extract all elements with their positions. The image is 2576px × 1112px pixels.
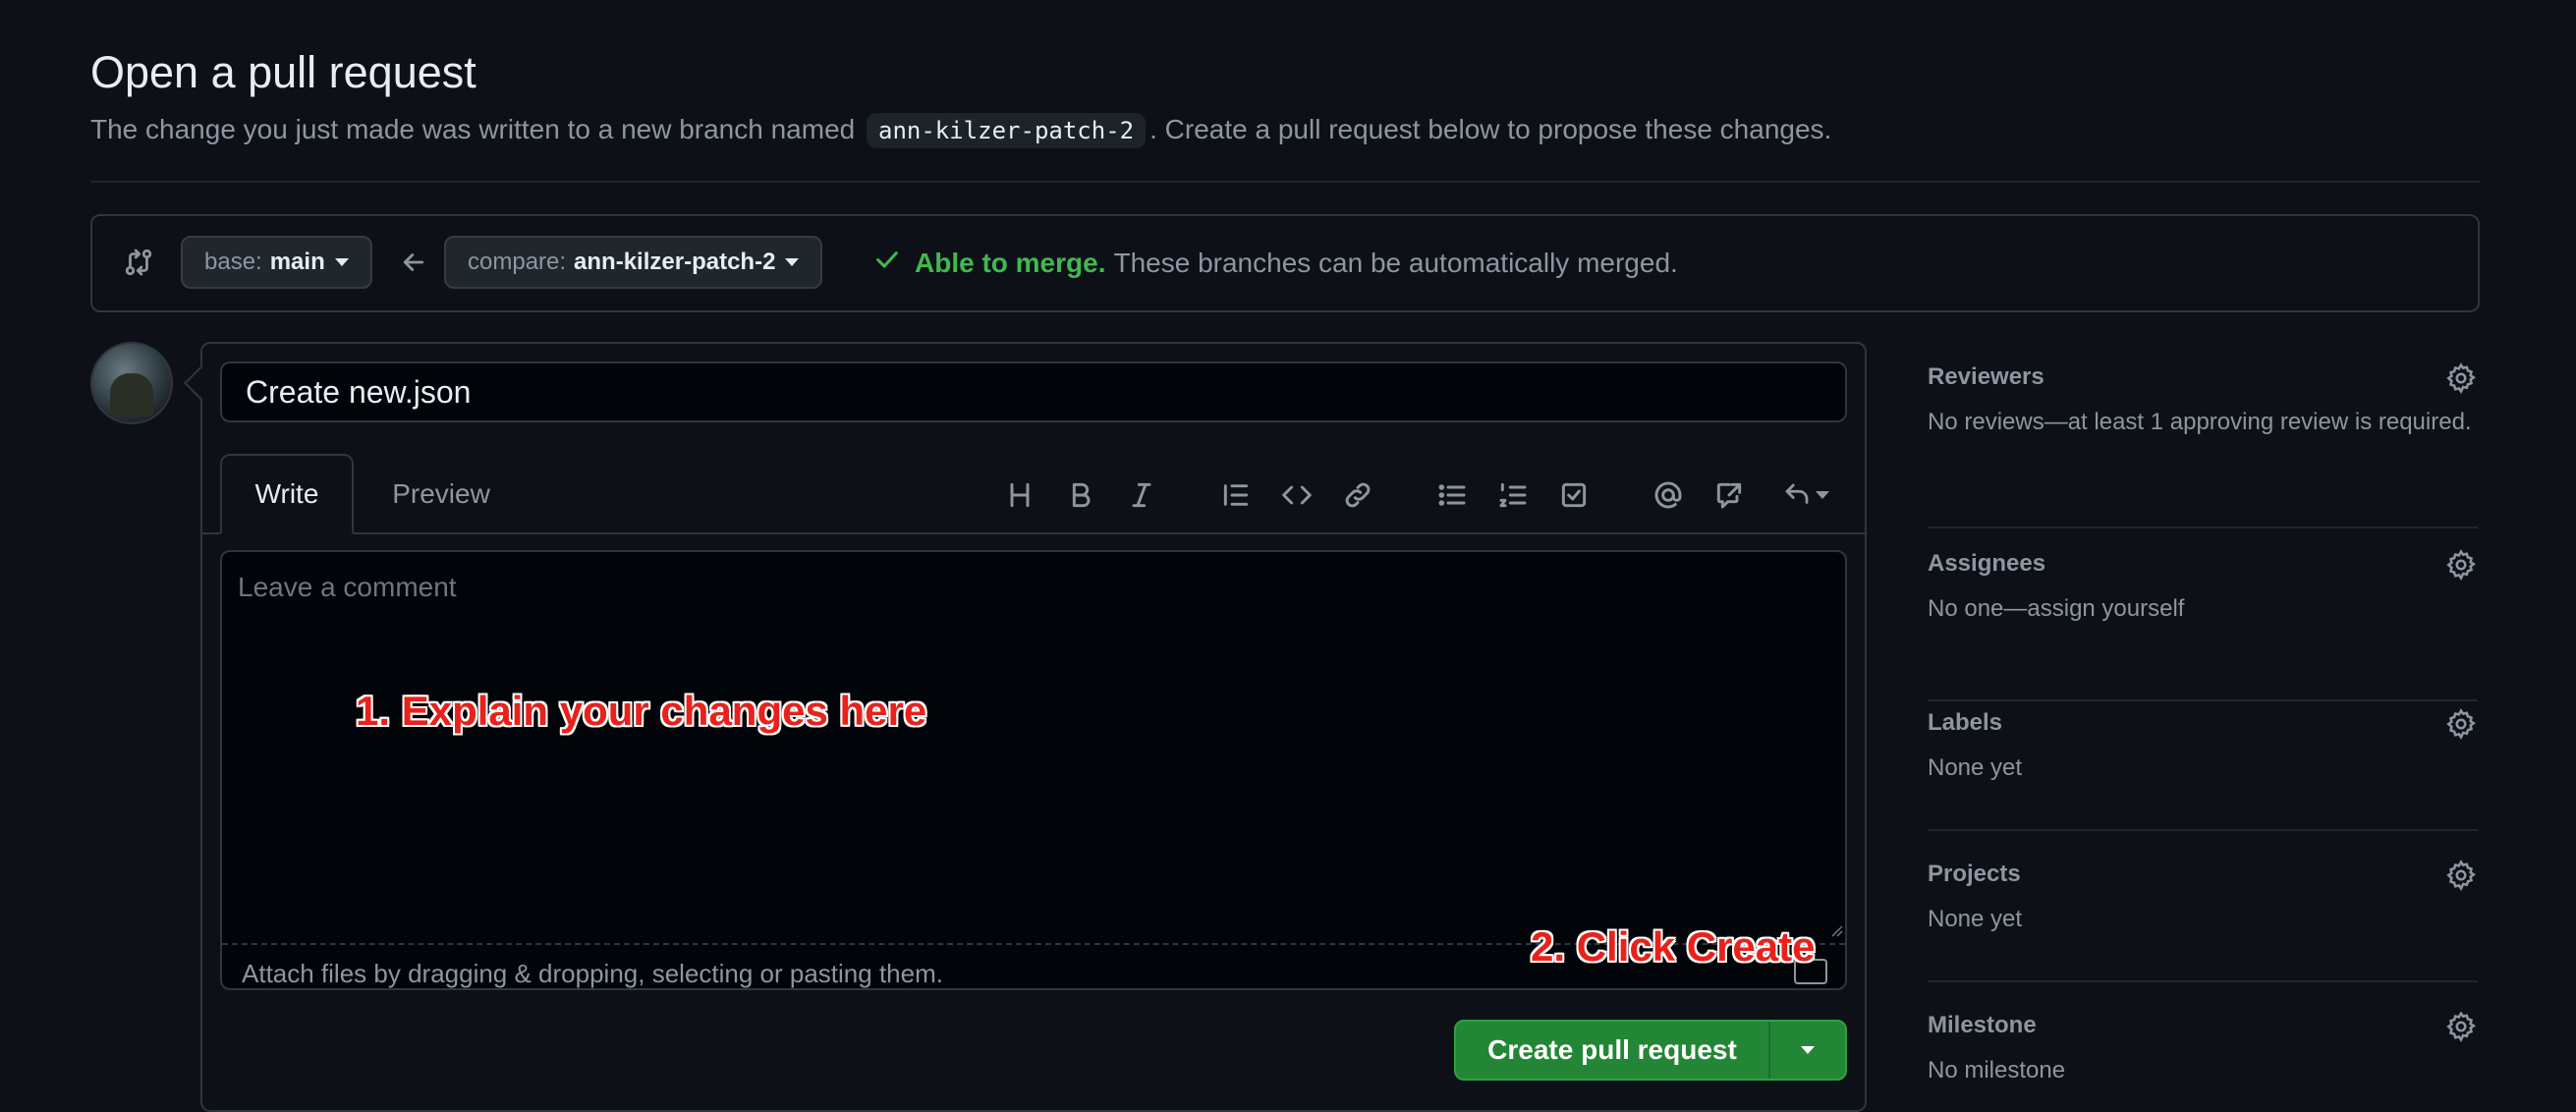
tab-preview[interactable]: Preview [377, 454, 505, 534]
pr-title-input[interactable] [220, 361, 1847, 422]
milestone-body: No milestone [1928, 1057, 2066, 1084]
numbered-list-icon[interactable] [1493, 475, 1533, 515]
reviewers-heading[interactable]: Reviewers [1928, 363, 2478, 391]
caret-down-icon [1816, 491, 1829, 499]
labels-heading[interactable]: Labels [1928, 709, 2478, 737]
sidebar-assignees: Assignees No one—assign yourself [1928, 548, 2478, 701]
assign-yourself-link[interactable]: No one—assign yourself [1928, 595, 2184, 622]
task-list-icon[interactable] [1554, 475, 1594, 515]
code-icon[interactable] [1277, 475, 1316, 515]
bold-icon[interactable] [1061, 475, 1100, 515]
avatar[interactable] [90, 342, 173, 424]
gear-icon[interactable] [2444, 707, 2478, 741]
base-label: base: [204, 249, 262, 275]
italic-icon[interactable] [1122, 475, 1161, 515]
compare-value: ann-kilzer-patch-2 [574, 249, 776, 275]
create-pull-request-button-group: Create pull request [1454, 1020, 1847, 1081]
page-title: Open a pull request [90, 47, 476, 97]
annotation-step-2: 2. Click Create [1531, 923, 1816, 970]
arrow-left-icon [399, 248, 428, 282]
base-branch-button[interactable]: base: main [181, 236, 372, 289]
projects-heading[interactable]: Projects [1928, 861, 2478, 888]
labels-body: None yet [1928, 754, 2023, 781]
compare-bar: base: main compare: ann-kilzer-patch-2 A… [90, 214, 2480, 312]
resize-handle-icon[interactable] [1829, 923, 1843, 937]
assignees-body: No one—assign yourself [1928, 591, 2478, 627]
branch-name: ann-kilzer-patch-2 [867, 113, 1147, 148]
bullet-list-icon[interactable] [1432, 475, 1472, 515]
divider [90, 181, 2480, 183]
sidebar-reviewers: Reviewers No reviews—at least 1 approvin… [1928, 361, 2478, 528]
sidebar: Reviewers No reviews—at least 1 approvin… [1928, 361, 2478, 701]
gear-icon[interactable] [2444, 548, 2478, 582]
projects-body: None yet [1928, 906, 2023, 932]
subtitle-text: The change you just made was written to … [90, 114, 856, 144]
merge-message: These branches can be automatically merg… [1113, 247, 1678, 278]
compare-label: compare: [468, 249, 567, 275]
subtitle-text-post: . Create a pull request below to propose… [1149, 114, 1832, 144]
sidebar-projects-section: Projects None yet [1928, 859, 2478, 982]
merge-ok-text: Able to merge. [915, 247, 1106, 278]
link-icon[interactable] [1338, 475, 1377, 515]
comment-textarea[interactable] [222, 552, 1845, 943]
check-icon [873, 246, 901, 280]
editor-tabbar: Write Preview [202, 454, 1865, 534]
annotation-step-1: 1. Explain your changes here [356, 688, 927, 734]
reviewers-body: No reviews—at least 1 approving review i… [1928, 409, 2472, 435]
merge-status: Able to merge. These branches can be aut… [873, 246, 1678, 280]
base-value: main [269, 249, 325, 275]
compare-branch-button[interactable]: compare: ann-kilzer-patch-2 [444, 236, 823, 289]
assignees-heading[interactable]: Assignees [1928, 550, 2478, 578]
create-options-dropdown[interactable] [1770, 1046, 1845, 1054]
mention-icon[interactable] [1649, 475, 1688, 515]
tab-write[interactable]: Write [220, 454, 354, 534]
heading-icon[interactable] [1000, 475, 1039, 515]
caret-down-icon [785, 258, 800, 266]
caret-down-icon [334, 258, 349, 266]
caret-down-icon [1801, 1046, 1815, 1054]
gear-icon[interactable] [2444, 859, 2478, 892]
milestone-heading[interactable]: Milestone [1928, 1012, 2478, 1039]
sidebar-milestone-section: Milestone No milestone [1928, 1012, 2478, 1088]
sidebar-labels-section: Labels None yet [1928, 707, 2478, 831]
reference-icon[interactable] [1709, 475, 1749, 515]
page-subtitle: The change you just made was written to … [90, 112, 1831, 148]
attach-text: Attach files by dragging & dropping, sel… [242, 959, 943, 988]
create-pull-request-button[interactable]: Create pull request [1456, 1034, 1768, 1066]
git-compare-icon [122, 246, 155, 284]
quote-icon[interactable] [1216, 475, 1256, 515]
gear-icon[interactable] [2444, 1012, 2478, 1043]
gear-icon[interactable] [2444, 361, 2478, 395]
reply-icon[interactable] [1774, 475, 1837, 515]
